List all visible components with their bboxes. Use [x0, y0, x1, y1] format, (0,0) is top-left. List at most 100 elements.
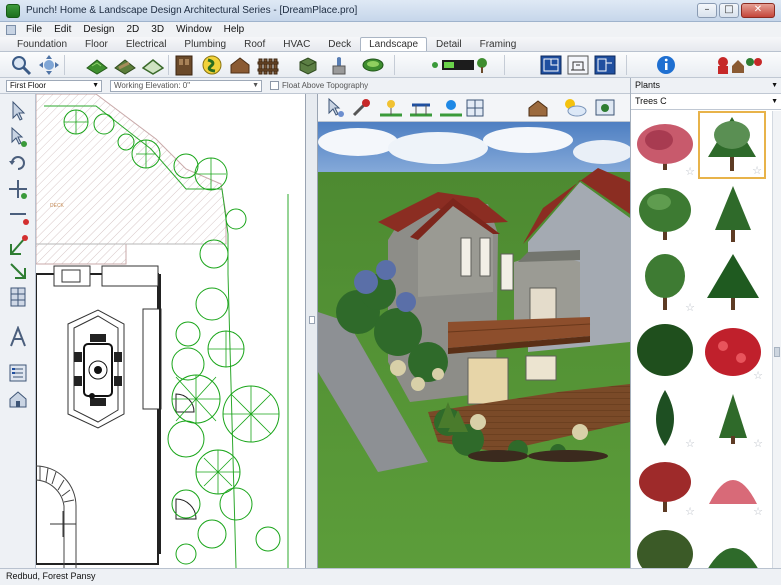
favorite-star-icon[interactable]: ☆	[685, 165, 695, 178]
terrain-icon[interactable]	[86, 54, 108, 76]
tab-landscape[interactable]: Landscape	[360, 37, 428, 51]
menu-window[interactable]: Window	[170, 24, 218, 35]
add-icon[interactable]	[7, 178, 29, 200]
landscape-toolbar	[0, 52, 781, 78]
chevron-down-icon: ▼	[771, 82, 778, 89]
favorite-star-icon[interactable]: ☆	[752, 164, 762, 177]
window-title: Punch! Home & Landscape Design Architect…	[26, 5, 358, 16]
tab-electrical[interactable]: Electrical	[117, 37, 176, 51]
favorite-star-icon[interactable]: ☆	[685, 437, 695, 450]
elevation-view-icon[interactable]	[567, 54, 589, 76]
plant-tile[interactable]: ☆	[632, 385, 698, 451]
favorite-star-icon[interactable]: ☆	[685, 301, 695, 314]
tab-deck[interactable]: Deck	[319, 37, 360, 51]
menu-help[interactable]: Help	[218, 24, 251, 35]
chevron-down-icon: ▼	[252, 82, 259, 89]
path-icon[interactable]	[114, 54, 136, 76]
menu-edit[interactable]: Edit	[48, 24, 77, 35]
tab-hvac[interactable]: HVAC	[274, 37, 319, 51]
lawn-icon[interactable]	[362, 54, 384, 76]
tab-foundation[interactable]: Foundation	[8, 37, 76, 51]
door-icon[interactable]	[173, 54, 195, 76]
tab-floor[interactable]: Floor	[76, 37, 117, 51]
plant-tile[interactable]	[632, 317, 698, 383]
favorite-star-icon[interactable]: ☆	[753, 369, 763, 382]
shed-icon[interactable]	[229, 54, 251, 76]
tab-plumbing[interactable]: Plumbing	[175, 37, 235, 51]
library-scrollbar[interactable]	[772, 111, 781, 568]
library-category-value: Plants	[635, 80, 661, 90]
layers-icon[interactable]	[7, 362, 29, 384]
tab-roof[interactable]: Roof	[235, 37, 274, 51]
view-splitter[interactable]	[306, 94, 318, 568]
info-icon[interactable]	[655, 54, 677, 76]
plant-tile[interactable]	[700, 181, 766, 247]
close-button[interactable]: ✕	[741, 3, 775, 18]
library-subcategory-value: Trees C	[635, 96, 667, 106]
people-icon[interactable]	[716, 54, 766, 76]
render-settings-icon[interactable]	[594, 97, 616, 119]
plot-icon[interactable]	[142, 54, 164, 76]
menu-bar: File Edit Design 2D 3D Window Help	[0, 22, 781, 37]
shape-icon[interactable]	[201, 54, 223, 76]
move-icon[interactable]	[38, 54, 60, 76]
plan-view-2d[interactable]: DECK	[36, 94, 306, 568]
fountain-icon[interactable]	[328, 54, 350, 76]
library-subcategory-select[interactable]: Trees C ▼	[631, 94, 781, 110]
floor-select[interactable]: First Floor ▼	[6, 80, 102, 92]
plant-tile[interactable]: ☆	[632, 453, 698, 519]
lighting-icon[interactable]	[438, 97, 464, 119]
weather-icon[interactable]	[562, 97, 588, 119]
eyedropper-icon[interactable]	[350, 97, 372, 119]
light-bar-icon[interactable]	[430, 54, 490, 76]
tab-detail[interactable]: Detail	[427, 37, 471, 51]
working-elevation-field[interactable]: Working Elevation: 0" ▼	[110, 80, 262, 92]
menu-file[interactable]: File	[20, 24, 48, 35]
line-icon[interactable]	[7, 208, 29, 230]
tab-framing[interactable]: Framing	[471, 37, 526, 51]
plan-view-icon[interactable]	[540, 54, 562, 76]
menu-3d[interactable]: 3D	[145, 24, 170, 35]
arc-icon[interactable]	[7, 234, 29, 256]
plant-tile[interactable]: ☆	[700, 385, 766, 451]
plant-tile[interactable]	[700, 249, 766, 315]
plant-tile-selected[interactable]: ☆	[698, 111, 766, 179]
plant-tile[interactable]: ☆	[700, 453, 766, 519]
grid-icon[interactable]	[7, 286, 29, 308]
3d-rendered-view[interactable]	[318, 122, 630, 568]
magnifier-icon[interactable]	[10, 54, 32, 76]
select-arrow-icon[interactable]	[7, 100, 29, 122]
rotate-icon[interactable]	[7, 152, 29, 174]
planter-icon[interactable]	[297, 54, 319, 76]
float-above-checkbox[interactable]	[270, 81, 279, 90]
select-plus-icon[interactable]	[7, 126, 29, 148]
maximize-button[interactable]: □	[719, 3, 739, 18]
plant-tile[interactable]	[632, 181, 698, 247]
plant-tile[interactable]: ☆	[700, 317, 766, 383]
favorite-star-icon[interactable]: ☆	[753, 437, 763, 450]
document-icon[interactable]	[6, 24, 16, 35]
library-category-select[interactable]: Plants ▼	[631, 78, 781, 94]
sprinkler-icon[interactable]	[378, 97, 404, 119]
text-icon[interactable]	[7, 326, 29, 348]
menu-design[interactable]: Design	[77, 24, 120, 35]
title-bar: Punch! Home & Landscape Design Architect…	[0, 0, 781, 22]
house-icon[interactable]	[7, 388, 29, 410]
plant-tile[interactable]: ☆	[632, 113, 698, 179]
irrigation-icon[interactable]	[408, 97, 434, 119]
scroll-thumb[interactable]	[774, 347, 780, 357]
orbit-pointer-icon[interactable]	[324, 97, 346, 119]
menu-2d[interactable]: 2D	[121, 24, 146, 35]
fence-icon[interactable]	[257, 54, 279, 76]
section-view-icon[interactable]	[594, 54, 616, 76]
camera-house-icon[interactable]	[526, 97, 552, 119]
plant-thumbnail-shrub	[637, 324, 693, 376]
favorite-star-icon[interactable]: ☆	[753, 505, 763, 518]
favorite-star-icon[interactable]: ☆	[685, 505, 695, 518]
working-elevation-value: Working Elevation: 0"	[114, 81, 191, 90]
plant-tile[interactable]: ☆	[632, 249, 698, 315]
polyline-icon[interactable]	[7, 260, 29, 282]
minimize-button[interactable]: –	[697, 3, 717, 18]
grid-snap-icon[interactable]	[464, 97, 486, 119]
splitter-grip[interactable]	[309, 316, 315, 324]
